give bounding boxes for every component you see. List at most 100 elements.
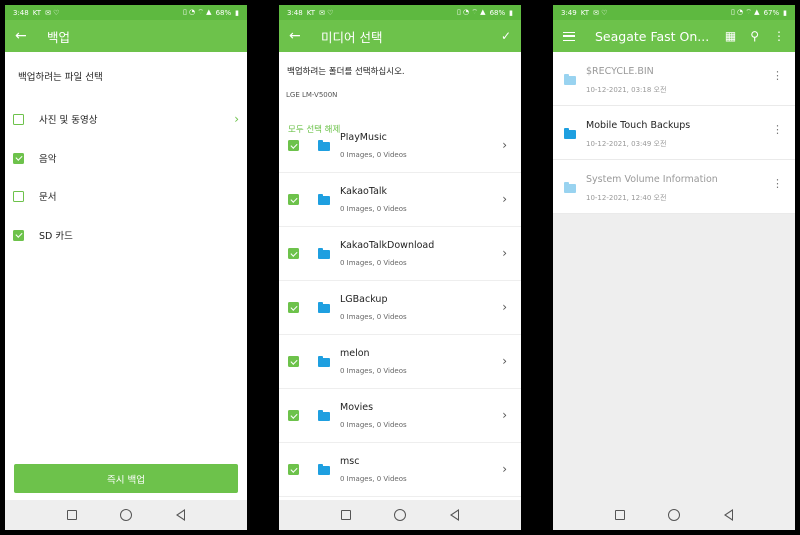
- hamburger-icon[interactable]: [563, 31, 575, 41]
- recents-icon[interactable]: [66, 510, 77, 520]
- list-item[interactable]: KakaoTalk 0 Images, 0 Videos ›: [279, 173, 521, 227]
- recents-icon[interactable]: [340, 510, 351, 520]
- file-date: 10-12-2021, 03:18 오전: [586, 86, 667, 94]
- list-item[interactable]: melon 0 Images, 0 Videos ›: [279, 335, 521, 389]
- more-vert-icon[interactable]: ⋮: [772, 124, 783, 135]
- arrow-left-icon[interactable]: ←: [15, 28, 35, 44]
- checkbox[interactable]: [288, 464, 299, 475]
- page-title: 백업: [47, 29, 71, 45]
- folder-count: 0 Images, 0 Videos: [340, 421, 407, 429]
- home-icon[interactable]: [668, 509, 681, 521]
- folder-icon: [564, 182, 576, 193]
- folder-list: PlayMusic 0 Images, 0 Videos › KakaoTalk…: [279, 133, 521, 500]
- chevron-right-icon[interactable]: ›: [502, 462, 507, 476]
- media-select-screen: 3:48 KT ✉ ♡ ▯ ◔ ⌔ ▲ 68% ▮ ← 미디어 선택 ✓ 백업하려는 폴…: [279, 5, 521, 530]
- arrow-left-icon[interactable]: ←: [289, 28, 309, 44]
- option-label: 문서: [39, 192, 57, 203]
- back-nav-icon[interactable]: [176, 509, 186, 521]
- status-battery: 68%: [215, 8, 232, 17]
- checkbox[interactable]: [13, 229, 24, 241]
- nav-bar: [279, 500, 521, 530]
- list-item[interactable]: msc 0 Images, 0 Videos ›: [279, 443, 521, 497]
- option-photos-videos[interactable]: 사진 및 동영상 ›: [13, 109, 239, 129]
- list-item[interactable]: PlayMusic 0 Images, 0 Videos ›: [279, 133, 521, 173]
- page-title: Seagate Fast On...: [595, 28, 710, 44]
- folder-icon: [318, 356, 330, 367]
- file-date: 10-12-2021, 12:40 오전: [586, 194, 667, 202]
- folder-icon: [564, 74, 576, 85]
- check-icon[interactable]: ✓: [501, 29, 511, 43]
- more-vert-icon[interactable]: ⋮: [773, 29, 785, 43]
- folder-icon: [318, 410, 330, 421]
- grid-icon[interactable]: ▦: [725, 29, 736, 43]
- option-music[interactable]: 음악: [13, 148, 239, 168]
- backup-now-button[interactable]: 즉시 백업: [14, 464, 238, 493]
- checkbox[interactable]: [288, 302, 299, 313]
- folder-count: 0 Images, 0 Videos: [340, 313, 407, 321]
- status-time: 3:48: [13, 8, 29, 17]
- more-vert-icon[interactable]: ⋮: [772, 70, 783, 81]
- status-carrier: KT: [580, 8, 590, 17]
- checkbox[interactable]: [288, 248, 299, 259]
- chevron-right-icon[interactable]: ›: [234, 112, 239, 126]
- battery-icon: ▮: [235, 8, 239, 17]
- drive-browser-screen: 3:49 KT ✉ ♡ ▯ ◔ ⌔ ▲ 67% ▮ Seagate Fast On...…: [553, 5, 795, 530]
- chevron-right-icon[interactable]: ›: [502, 138, 507, 152]
- back-nav-icon[interactable]: [724, 509, 734, 521]
- folder-count: 0 Images, 0 Videos: [340, 367, 407, 375]
- status-time: 3:49: [561, 8, 577, 17]
- option-sd-card[interactable]: SD 카드: [13, 225, 239, 245]
- status-battery: 68%: [489, 8, 506, 17]
- folder-count: 0 Images, 0 Videos: [340, 259, 407, 267]
- status-bar: 3:48 KT ✉ ♡ ▯ ◔ ⌔ ▲ 68% ▮: [279, 5, 521, 20]
- chevron-right-icon[interactable]: ›: [502, 354, 507, 368]
- checkbox[interactable]: [13, 113, 24, 125]
- instruction-text: 백업하려는 폴더를 선택하십시오.: [287, 67, 405, 77]
- checkbox[interactable]: [288, 140, 299, 151]
- folder-name: KakaoTalkDownload: [340, 240, 435, 251]
- status-bar: 3:49 KT ✉ ♡ ▯ ◔ ⌔ ▲ 67% ▮: [553, 5, 795, 20]
- signal-icons: ▯ ◔ ⌔ ▲: [456, 8, 486, 16]
- checkbox[interactable]: [13, 190, 24, 202]
- checkbox[interactable]: [288, 356, 299, 367]
- folder-name: msc: [340, 456, 360, 467]
- back-nav-icon[interactable]: [450, 509, 460, 521]
- list-item[interactable]: System Volume Information 10-12-2021, 12…: [553, 160, 795, 214]
- file-name: System Volume Information: [586, 174, 718, 185]
- chevron-right-icon[interactable]: ›: [502, 300, 507, 314]
- option-label: 음악: [39, 154, 57, 165]
- notification-icon: ✉ ♡: [45, 8, 60, 17]
- device-name: LGE LM-V500N: [286, 91, 338, 99]
- folder-icon: [318, 302, 330, 313]
- status-carrier: KT: [306, 8, 316, 17]
- search-icon[interactable]: ⚲: [750, 29, 759, 43]
- checkbox[interactable]: [13, 152, 24, 164]
- option-label: 사진 및 동영상: [39, 115, 98, 126]
- checkbox[interactable]: [288, 410, 299, 421]
- folder-count: 0 Images, 0 Videos: [340, 151, 407, 159]
- list-item[interactable]: KakaoTalkDownload 0 Images, 0 Videos ›: [279, 227, 521, 281]
- chevron-right-icon[interactable]: ›: [502, 192, 507, 206]
- folder-count: 0 Images, 0 Videos: [340, 205, 407, 213]
- option-documents[interactable]: 문서: [13, 186, 239, 206]
- backup-screen: 3:48 KT ✉ ♡ ▯ ◔ ⌔ ▲ 68% ▮ ← 백업 백업하려는 파일 선택 사…: [5, 5, 247, 530]
- folder-name: Movies: [340, 402, 374, 413]
- list-item[interactable]: Mobile Touch Backups 10-12-2021, 03:49 오…: [553, 106, 795, 160]
- chevron-right-icon[interactable]: ›: [502, 408, 507, 422]
- page-title: 미디어 선택: [321, 29, 383, 45]
- list-item[interactable]: $RECYCLE.BIN 10-12-2021, 03:18 오전 ⋮: [553, 52, 795, 106]
- checkbox[interactable]: [288, 194, 299, 205]
- app-bar: ← 백업: [5, 20, 247, 52]
- list-item[interactable]: LGBackup 0 Images, 0 Videos ›: [279, 281, 521, 335]
- signal-icons: ▯ ◔ ⌔ ▲: [730, 8, 760, 16]
- list-item[interactable]: Movies 0 Images, 0 Videos ›: [279, 389, 521, 443]
- recents-icon[interactable]: [614, 510, 625, 520]
- folder-name: KakaoTalk: [340, 186, 388, 197]
- home-icon[interactable]: [120, 509, 133, 521]
- status-bar: 3:48 KT ✉ ♡ ▯ ◔ ⌔ ▲ 68% ▮: [5, 5, 247, 20]
- home-icon[interactable]: [394, 509, 407, 521]
- folder-icon: [318, 140, 330, 151]
- option-label: SD 카드: [39, 231, 73, 242]
- more-vert-icon[interactable]: ⋮: [772, 178, 783, 189]
- chevron-right-icon[interactable]: ›: [502, 246, 507, 260]
